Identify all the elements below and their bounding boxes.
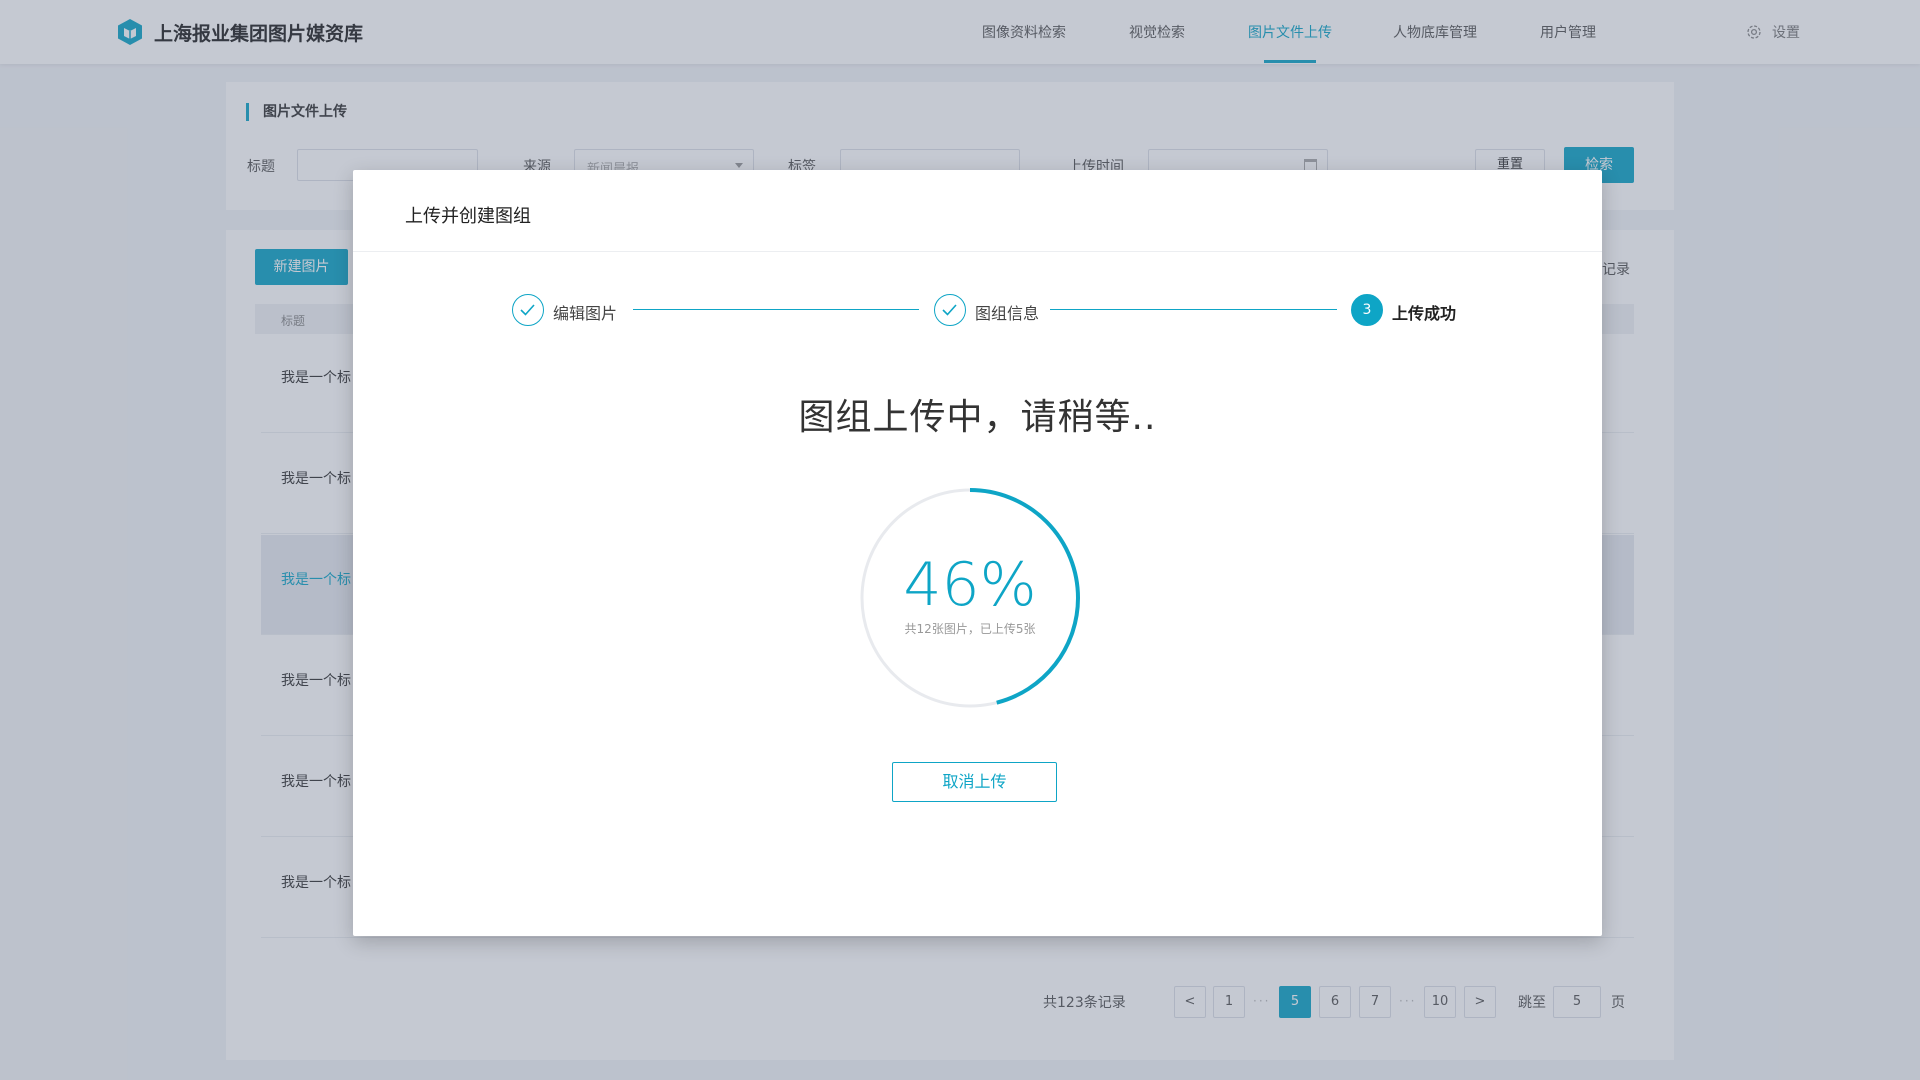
upload-modal: 上传并创建图组 编辑图片 图组信息 3 上传成功 图组上传中，请稍等.. 46%… <box>353 170 1602 936</box>
upload-status-headline: 图组上传中，请稍等.. <box>798 397 1157 438</box>
step-connector <box>1050 309 1337 310</box>
step-2-check-icon <box>934 294 966 326</box>
progress-percent: 46% <box>903 550 1037 620</box>
progress-note: 共12张图片，已上传5张 <box>904 622 1036 636</box>
modal-title: 上传并创建图组 <box>405 206 531 227</box>
step-2-label: 图组信息 <box>975 304 1040 323</box>
modal-header: 上传并创建图组 <box>353 170 1602 252</box>
step-connector <box>633 309 919 310</box>
step-1-check-icon <box>512 294 544 326</box>
step-1-label: 编辑图片 <box>553 304 618 323</box>
step-3-number: 3 <box>1351 294 1383 326</box>
cancel-upload-button[interactable]: 取消上传 <box>892 762 1057 802</box>
step-3-label: 上传成功 <box>1392 304 1457 323</box>
